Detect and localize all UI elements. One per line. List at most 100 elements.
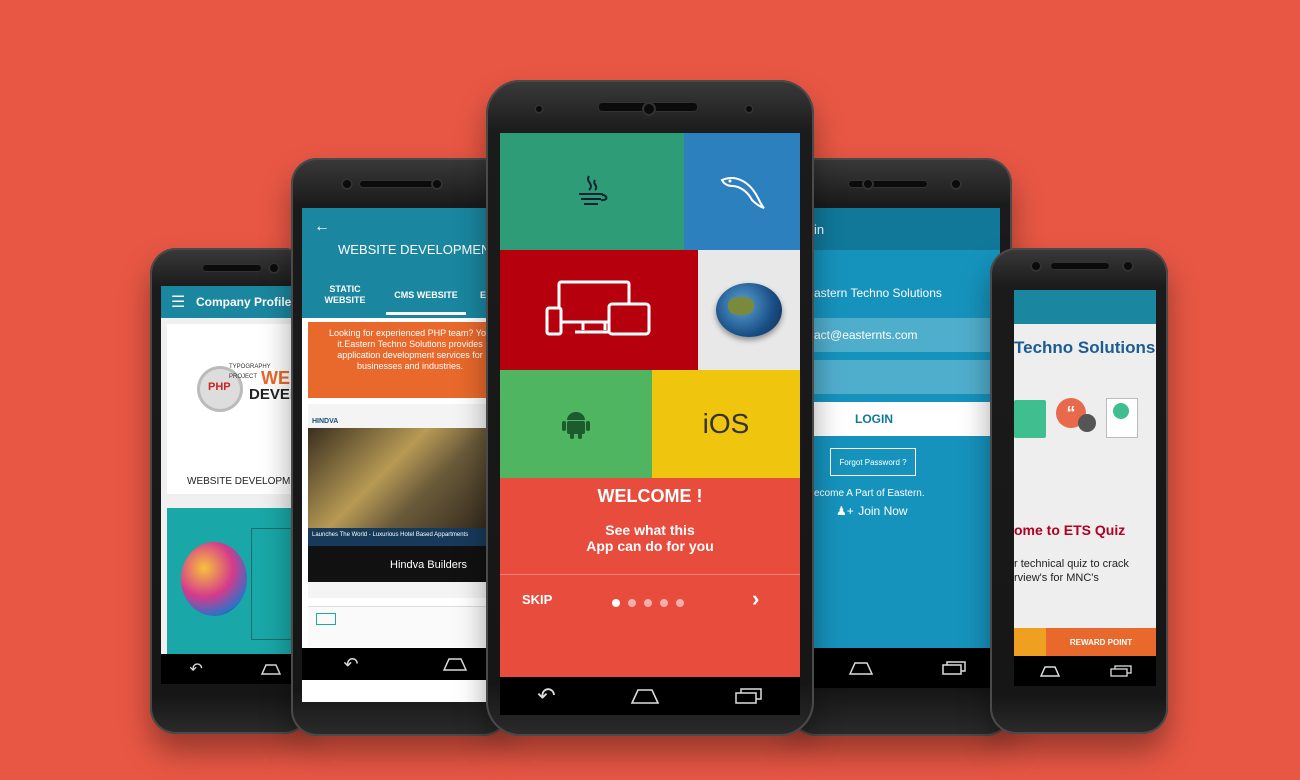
- hindva-hero-image: [308, 428, 509, 528]
- login-label: LOGIN: [855, 412, 893, 426]
- add-user-icon: ♟+: [836, 504, 854, 518]
- earpiece-camera: [642, 102, 656, 116]
- page-dot-1: [612, 599, 620, 607]
- page-dot-5: [676, 599, 684, 607]
- next-arrow-icon[interactable]: ›: [752, 586, 759, 612]
- next-site-logo: [316, 613, 336, 625]
- recents-icon[interactable]: [734, 688, 763, 704]
- phone3-screen: iOS WELCOME ! See what this App can do f…: [500, 133, 800, 715]
- sensor: [744, 104, 754, 114]
- forgot-password-button[interactable]: Forgot Password ?: [830, 448, 916, 476]
- status-area: [1014, 290, 1156, 324]
- portfolio-caption: Hindva Builders: [390, 559, 468, 571]
- portfolio-card-next[interactable]: [308, 606, 509, 647]
- tile-java: [500, 133, 684, 250]
- promo-card: Looking for experienced PHP team? You it…: [308, 322, 509, 398]
- nav-bar: [1014, 656, 1156, 686]
- sensor: [431, 178, 443, 190]
- quiz-desc-line2: rview's for MNC's: [1014, 572, 1099, 584]
- php-word: PHP: [208, 381, 231, 393]
- hindva-logo: HINDVA: [312, 418, 339, 425]
- phone1-screen: ☰ Company Profile PHP TYPOGRAPHY PROJECT…: [161, 286, 310, 684]
- page-dot-3: [644, 599, 652, 607]
- become-part-text: ecome A Part of Eastern.: [814, 488, 925, 499]
- promo-text: Looking for experienced PHP team? You it…: [329, 328, 491, 371]
- phone-login: in astern Techno Solutions act@easternts…: [790, 158, 1012, 736]
- portfolio-card-hindva[interactable]: HINDVA Launches The World - Luxurious Ho…: [308, 404, 509, 598]
- caption-bar: Hindva Builders: [308, 546, 489, 582]
- mysql-dolphin-icon: [720, 176, 765, 209]
- password-field[interactable]: [814, 360, 994, 394]
- tab-cms-website[interactable]: CMS WEBSITE: [386, 290, 466, 300]
- document-icon: [1106, 398, 1138, 438]
- hindva-banner: Launches The World - Luxurious Hotel Bas…: [308, 528, 489, 546]
- login-button[interactable]: LOGIN: [814, 402, 994, 436]
- phone-welcome: iOS WELCOME ! See what this App can do f…: [486, 80, 814, 736]
- speaker-grille: [359, 180, 439, 188]
- recents-icon[interactable]: [1109, 665, 1132, 677]
- page-dot-2: [628, 599, 636, 607]
- sensor: [950, 178, 962, 190]
- tile-globe: [698, 250, 800, 370]
- email-value: act@easternts.com: [814, 328, 918, 342]
- globe-icon: [716, 283, 782, 337]
- home-icon[interactable]: [260, 663, 282, 675]
- menu-icon[interactable]: ☰: [171, 292, 185, 312]
- phone-ets-quiz: Techno Solutions “ ome to ETS Quiz r tec…: [990, 248, 1168, 734]
- skip-button[interactable]: SKIP: [522, 592, 552, 607]
- phone2-screen: ← WEBSITE DEVELOPMENT STATIC WEBSITE CMS…: [302, 208, 509, 702]
- back-icon[interactable]: ↶: [537, 683, 555, 709]
- app-bar: in: [814, 208, 1000, 250]
- tab-static-website[interactable]: STATIC WEBSITE: [310, 284, 380, 306]
- chat-bubble-icon: [1078, 414, 1096, 432]
- email-field[interactable]: act@easternts.com: [814, 318, 994, 352]
- page-indicator: [608, 594, 688, 612]
- hindva-banner-text: Launches The World - Luxurious Hotel Bas…: [312, 532, 469, 538]
- phone4-screen: in astern Techno Solutions act@easternts…: [814, 208, 1000, 688]
- android-icon: [562, 412, 590, 439]
- front-camera: [268, 262, 280, 274]
- sensor: [1122, 260, 1134, 272]
- back-icon[interactable]: ↶: [189, 659, 202, 679]
- app-bar: ☰ Company Profile: [161, 286, 310, 318]
- front-camera: [862, 178, 874, 190]
- home-icon[interactable]: [848, 661, 874, 675]
- phone-website-development: ← WEBSITE DEVELOPMENT STATIC WEBSITE CMS…: [291, 158, 509, 736]
- home-icon[interactable]: [1039, 665, 1061, 677]
- join-now-link[interactable]: ♟+ Join Now: [836, 502, 908, 520]
- java-icon: [579, 174, 608, 205]
- app-icons-globe-image: [181, 542, 247, 616]
- speaker-grille: [1050, 262, 1110, 270]
- speaker-grille: [848, 180, 928, 188]
- back-arrow-icon[interactable]: ←: [314, 218, 330, 236]
- back-icon[interactable]: ↶: [343, 654, 358, 675]
- service-card-website[interactable]: PHP TYPOGRAPHY PROJECT WEB DEVELO WEBSIT…: [167, 324, 310, 494]
- quiz-button-start[interactable]: [1014, 628, 1046, 656]
- recents-icon[interactable]: [942, 661, 966, 675]
- tile-mysql: [684, 133, 800, 250]
- word-project: PROJECT: [229, 374, 258, 380]
- tile-ios: iOS: [652, 370, 800, 478]
- reward-point-button[interactable]: REWARD POINT: [1046, 628, 1156, 656]
- tile-android: [500, 370, 652, 478]
- phone5-screen: Techno Solutions “ ome to ETS Quiz r tec…: [1014, 290, 1156, 686]
- divider: [500, 574, 800, 575]
- service-card-apps[interactable]: [167, 508, 310, 654]
- tagline-line1: See what this: [605, 522, 695, 538]
- page-title: Company Profile: [196, 295, 292, 309]
- company-name: Techno Solutions: [1014, 338, 1156, 357]
- nav-bar: ↶: [500, 677, 800, 715]
- nav-bar: ↶: [302, 648, 509, 680]
- speaker-grille: [202, 264, 262, 272]
- front-camera: [341, 178, 353, 190]
- company-name: astern Techno Solutions: [814, 286, 942, 300]
- forgot-password-label: Forgot Password ?: [839, 457, 907, 467]
- front-camera: [534, 104, 544, 114]
- nav-bar: [814, 648, 1000, 688]
- home-icon[interactable]: [442, 657, 468, 671]
- ios-label: iOS: [702, 408, 750, 439]
- card-label: WEBSITE DEVELOPMI: [187, 476, 294, 487]
- home-icon[interactable]: [630, 688, 660, 704]
- front-camera: [1030, 260, 1042, 272]
- nav-bar: ↶: [161, 654, 310, 684]
